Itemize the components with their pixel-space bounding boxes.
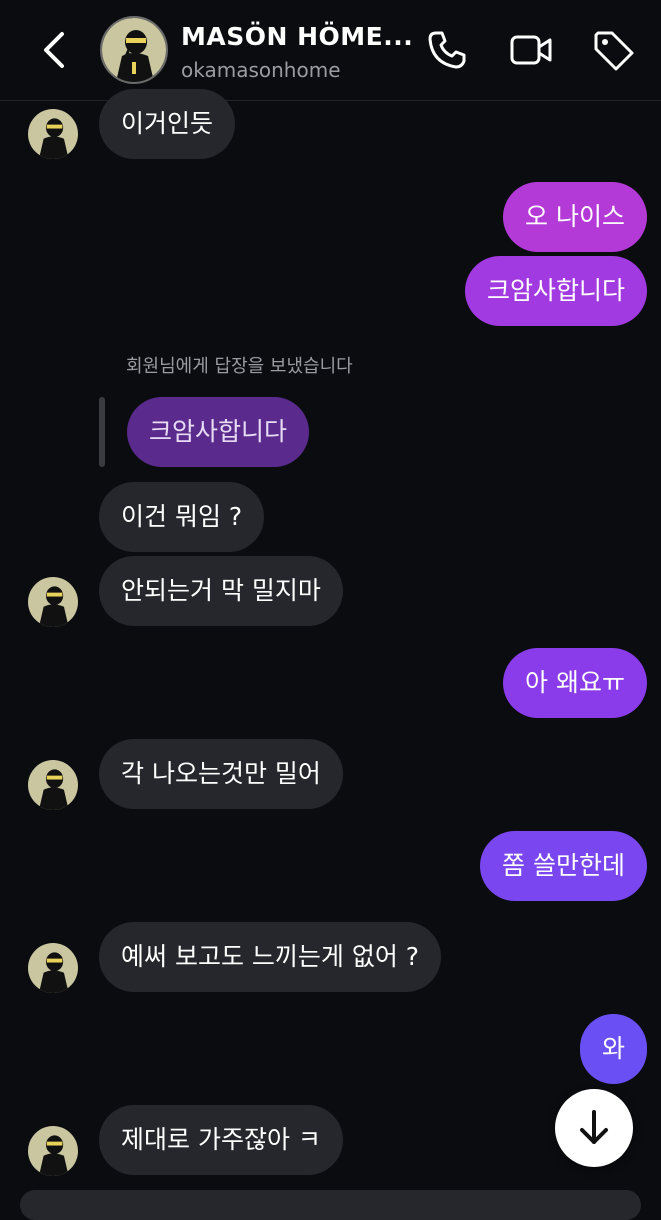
- sender-avatar[interactable]: [28, 760, 78, 810]
- tag-button[interactable]: [590, 27, 636, 73]
- received-message[interactable]: 각 나오는것만 밀어: [99, 739, 343, 809]
- back-arrow-icon: [44, 32, 64, 68]
- phone-button[interactable]: [424, 27, 470, 73]
- reply-notice: 회원님에게 답장을 보냈습니다: [126, 356, 353, 377]
- sender-avatar[interactable]: [28, 577, 78, 627]
- contact-name[interactable]: MASÖN HÖME...: [181, 22, 413, 51]
- received-message[interactable]: 예써 보고도 느끼는게 없어 ?: [99, 922, 442, 992]
- phone-icon: [428, 31, 466, 69]
- reply-quote-bar: [99, 397, 105, 467]
- message-composer[interactable]: [20, 1190, 641, 1220]
- back-button[interactable]: [36, 28, 76, 72]
- sent-message[interactable]: 와: [579, 1014, 647, 1084]
- tag-icon: [594, 31, 634, 71]
- sender-avatar[interactable]: [28, 943, 78, 993]
- received-message[interactable]: 안되는거 막 밀지마: [99, 556, 343, 626]
- received-message[interactable]: 이건 뭐임 ?: [99, 482, 265, 552]
- sender-avatar[interactable]: [28, 109, 78, 159]
- scroll-to-bottom-button[interactable]: [555, 1089, 633, 1167]
- quoted-message[interactable]: 크암사합니다: [127, 397, 310, 467]
- video-call-button[interactable]: [508, 27, 554, 73]
- arrow-down-icon: [580, 1110, 608, 1144]
- sent-message[interactable]: 크암사합니다: [464, 256, 647, 326]
- received-message[interactable]: 이거인듯: [99, 89, 236, 159]
- sender-avatar[interactable]: [28, 1126, 78, 1176]
- sent-message[interactable]: 쫌 쓸만한데: [480, 831, 647, 901]
- video-icon: [510, 35, 552, 65]
- contact-username: okamasonhome: [181, 58, 341, 82]
- received-message[interactable]: 제대로 가주잖아 ㅋ: [99, 1105, 343, 1175]
- sent-message[interactable]: 아 왜요ㅠ: [503, 648, 647, 718]
- profile-avatar[interactable]: [100, 16, 168, 84]
- chat-header: MASÖN HÖME... okamasonhome: [0, 0, 661, 101]
- sent-message[interactable]: 오 나이스: [503, 182, 647, 252]
